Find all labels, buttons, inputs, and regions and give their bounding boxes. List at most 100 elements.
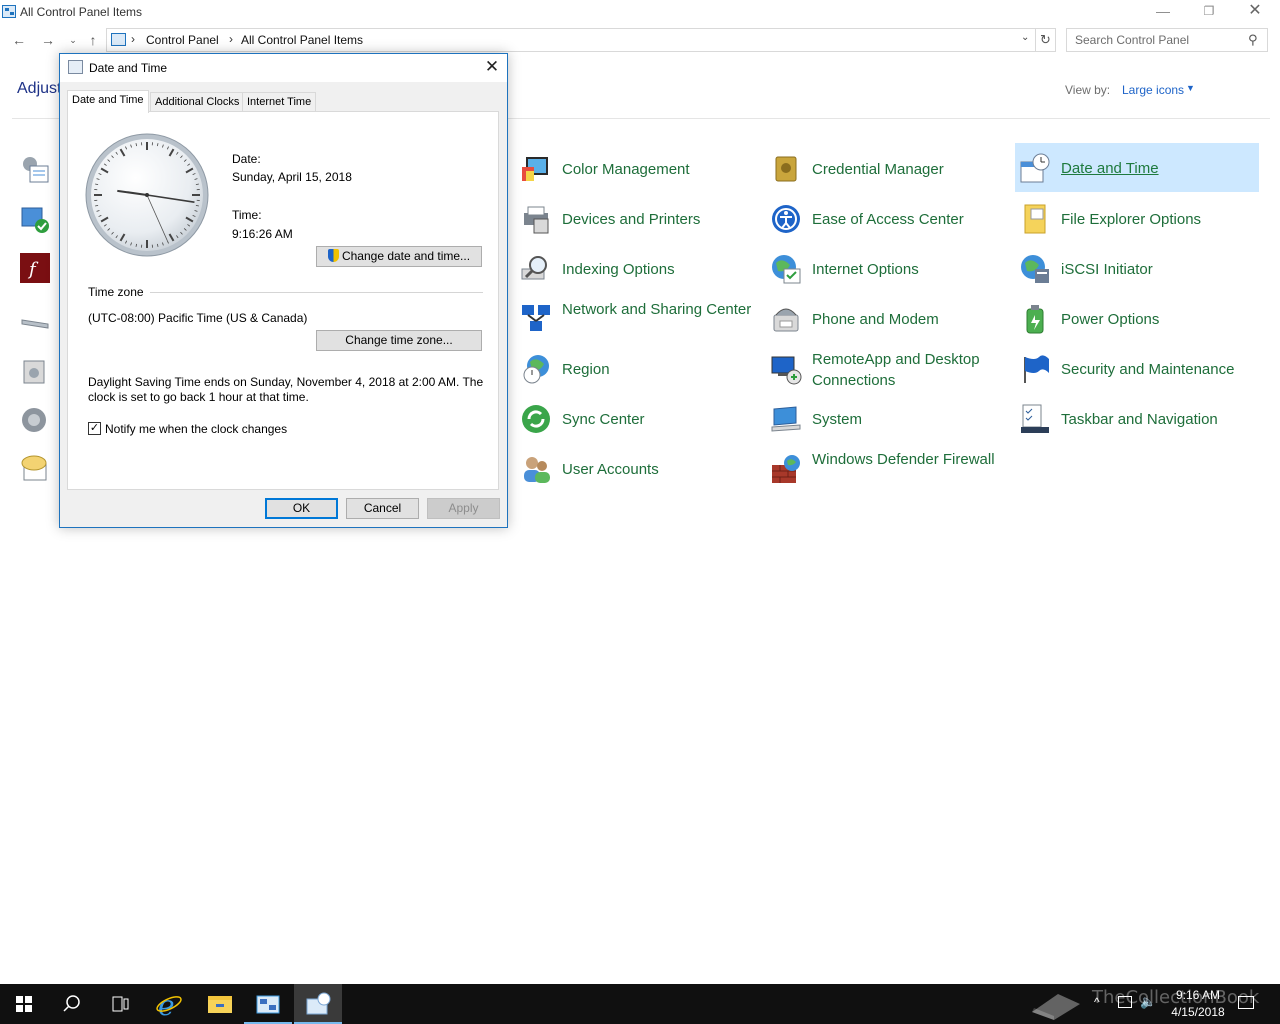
internet-options-icon xyxy=(770,253,802,285)
users-icon xyxy=(520,453,552,485)
date-time-taskbar-button[interactable] xyxy=(294,984,342,1024)
cp-item-date-and-time[interactable]: Date and Time xyxy=(1015,143,1259,192)
phone-modem-icon xyxy=(770,303,802,335)
remoteapp-icon xyxy=(770,353,802,385)
sound-icon[interactable] xyxy=(20,405,50,435)
cp-item-label: Security and Maintenance xyxy=(1061,361,1235,378)
search-icon xyxy=(63,995,80,1012)
dialog-title: Date and Time xyxy=(89,61,168,75)
apply-button[interactable]: Apply xyxy=(427,498,500,519)
analog-clock xyxy=(85,133,209,257)
indexing-icon xyxy=(520,253,552,285)
view-by-dropdown[interactable]: Large icons xyxy=(1122,83,1184,97)
forward-arrow-icon[interactable]: → xyxy=(39,31,57,49)
flash-player-icon[interactable]: f xyxy=(20,253,50,283)
up-arrow-icon[interactable]: ↑ xyxy=(84,31,102,49)
breadcrumb-all-items[interactable]: All Control Panel Items xyxy=(241,33,363,47)
back-arrow-icon[interactable]: ← xyxy=(10,31,28,49)
cp-item-ease-of-access[interactable]: Ease of Access Center xyxy=(766,194,1010,242)
cp-item-security-maintenance[interactable]: Security and Maintenance xyxy=(1015,344,1259,392)
cp-item-defender-firewall[interactable]: Windows Defender Firewall xyxy=(766,444,1010,492)
keyboard-icon[interactable] xyxy=(20,311,50,341)
cp-item-label: iSCSI Initiator xyxy=(1061,261,1153,278)
watermark-book-icon xyxy=(1028,986,1084,1024)
cp-item-label: File Explorer Options xyxy=(1061,211,1202,228)
notify-checkbox[interactable]: ✓ xyxy=(88,422,101,435)
admin-tools-icon[interactable] xyxy=(20,154,50,184)
ok-button[interactable]: OK xyxy=(265,498,338,519)
breadcrumb-control-panel[interactable]: Control Panel xyxy=(146,33,219,47)
task-view-button[interactable] xyxy=(96,984,144,1024)
dst-notice: Daylight Saving Time ends on Sunday, Nov… xyxy=(88,375,484,404)
time-value: 9:16:26 AM xyxy=(232,227,293,241)
cp-item-devices-printers[interactable]: Devices and Printers xyxy=(516,194,760,242)
cp-item-label: Color Management xyxy=(562,161,690,178)
navigation-bar: ← → ⌄ ↑ › Control Panel › All Control Pa… xyxy=(0,28,1280,52)
cp-item-user-accounts[interactable]: User Accounts xyxy=(516,444,760,492)
cp-item-iscsi-initiator[interactable]: iSCSI Initiator xyxy=(1015,244,1259,292)
cp-item-label: RemoteApp and Desktop Connections xyxy=(812,351,980,389)
autoplay-icon[interactable] xyxy=(20,205,50,235)
cp-item-label: Indexing Options xyxy=(562,261,675,278)
tab-panel: Date: Sunday, April 15, 2018 Time: 9:16:… xyxy=(67,111,499,490)
file-explorer-button[interactable] xyxy=(196,984,244,1024)
cp-item-taskbar-navigation[interactable]: Taskbar and Navigation xyxy=(1015,394,1259,442)
internet-explorer-icon: e xyxy=(156,989,182,1022)
search-button[interactable] xyxy=(48,984,96,1024)
tab-internet-time[interactable]: Internet Time xyxy=(242,92,317,112)
breadcrumb-chevron-icon[interactable]: › xyxy=(229,32,233,46)
date-value: Sunday, April 15, 2018 xyxy=(232,170,352,184)
recent-locations-chevron-icon[interactable]: ⌄ xyxy=(64,31,82,49)
cp-item-color-management[interactable]: Color Management xyxy=(516,144,760,192)
recovery-icon[interactable] xyxy=(20,355,50,385)
breadcrumb-chevron-icon[interactable]: › xyxy=(131,32,135,46)
date-label: Date: xyxy=(232,152,261,166)
search-icon[interactable]: ⚲ xyxy=(1248,32,1258,48)
control-panel-taskbar-button[interactable] xyxy=(244,984,292,1024)
address-bar[interactable]: › Control Panel › All Control Panel Item… xyxy=(106,28,1036,52)
internet-explorer-button[interactable]: e xyxy=(144,984,192,1024)
cp-item-label: Region xyxy=(562,361,610,378)
task-view-icon xyxy=(112,996,129,1012)
power-icon xyxy=(1019,303,1051,335)
change-date-time-label: Change date and time... xyxy=(341,249,471,263)
search-input[interactable]: Search Control Panel ⚲ xyxy=(1066,28,1268,52)
cp-item-system[interactable]: System xyxy=(766,394,1010,442)
window-titlebar: All Control Panel Items — ❐ ✕ xyxy=(0,0,1280,24)
speech-icon[interactable] xyxy=(20,452,50,482)
tab-date-and-time[interactable]: Date and Time xyxy=(67,90,149,113)
tab-additional-clocks[interactable]: Additional Clocks xyxy=(150,92,245,112)
address-dropdown-icon[interactable]: ⌄ xyxy=(1021,32,1029,43)
cp-item-remoteapp[interactable]: RemoteApp and Desktop Connections xyxy=(766,344,1010,392)
dropdown-caret-icon[interactable]: ▼ xyxy=(1186,83,1195,93)
change-time-zone-button[interactable]: Change time zone... xyxy=(316,330,482,351)
cp-item-region[interactable]: Region xyxy=(516,344,760,392)
cp-item-sync-center[interactable]: Sync Center xyxy=(516,394,760,442)
minimize-button[interactable]: — xyxy=(1140,0,1186,24)
date-time-dialog: Date and Time ✕ Date and Time Additional… xyxy=(59,53,508,528)
cp-item-indexing-options[interactable]: Indexing Options xyxy=(516,244,760,292)
page-heading: Adjust xyxy=(17,80,62,97)
close-button[interactable]: ✕ xyxy=(1232,0,1278,24)
cp-item-label: Phone and Modem xyxy=(812,311,939,328)
date-time-icon xyxy=(68,60,83,74)
sync-icon xyxy=(520,403,552,435)
control-panel-icon xyxy=(2,5,16,18)
cp-item-power-options[interactable]: Power Options xyxy=(1015,294,1259,342)
cp-item-network-sharing[interactable]: Network and Sharing Center xyxy=(516,294,760,342)
dialog-close-icon[interactable]: ✕ xyxy=(480,56,504,80)
cp-item-file-explorer-options[interactable]: File Explorer Options xyxy=(1015,194,1259,242)
taskbar-icon xyxy=(1019,403,1051,435)
cp-item-label: Taskbar and Navigation xyxy=(1061,411,1218,428)
cp-item-phone-modem[interactable]: Phone and Modem xyxy=(766,294,1010,342)
maximize-button[interactable]: ❐ xyxy=(1186,0,1232,24)
change-date-time-button[interactable]: Change date and time... xyxy=(316,246,482,267)
cp-item-internet-options[interactable]: Internet Options xyxy=(766,244,1010,292)
refresh-icon[interactable]: ↻ xyxy=(1036,28,1056,52)
cp-item-credential-manager[interactable]: Credential Manager xyxy=(766,144,1010,192)
start-button[interactable] xyxy=(0,984,48,1024)
watermark-text: TheCollectionBook xyxy=(1092,987,1260,1008)
devices-printers-icon xyxy=(520,203,552,235)
cancel-button[interactable]: Cancel xyxy=(346,498,419,519)
notify-label[interactable]: Notify me when the clock changes xyxy=(105,422,287,436)
